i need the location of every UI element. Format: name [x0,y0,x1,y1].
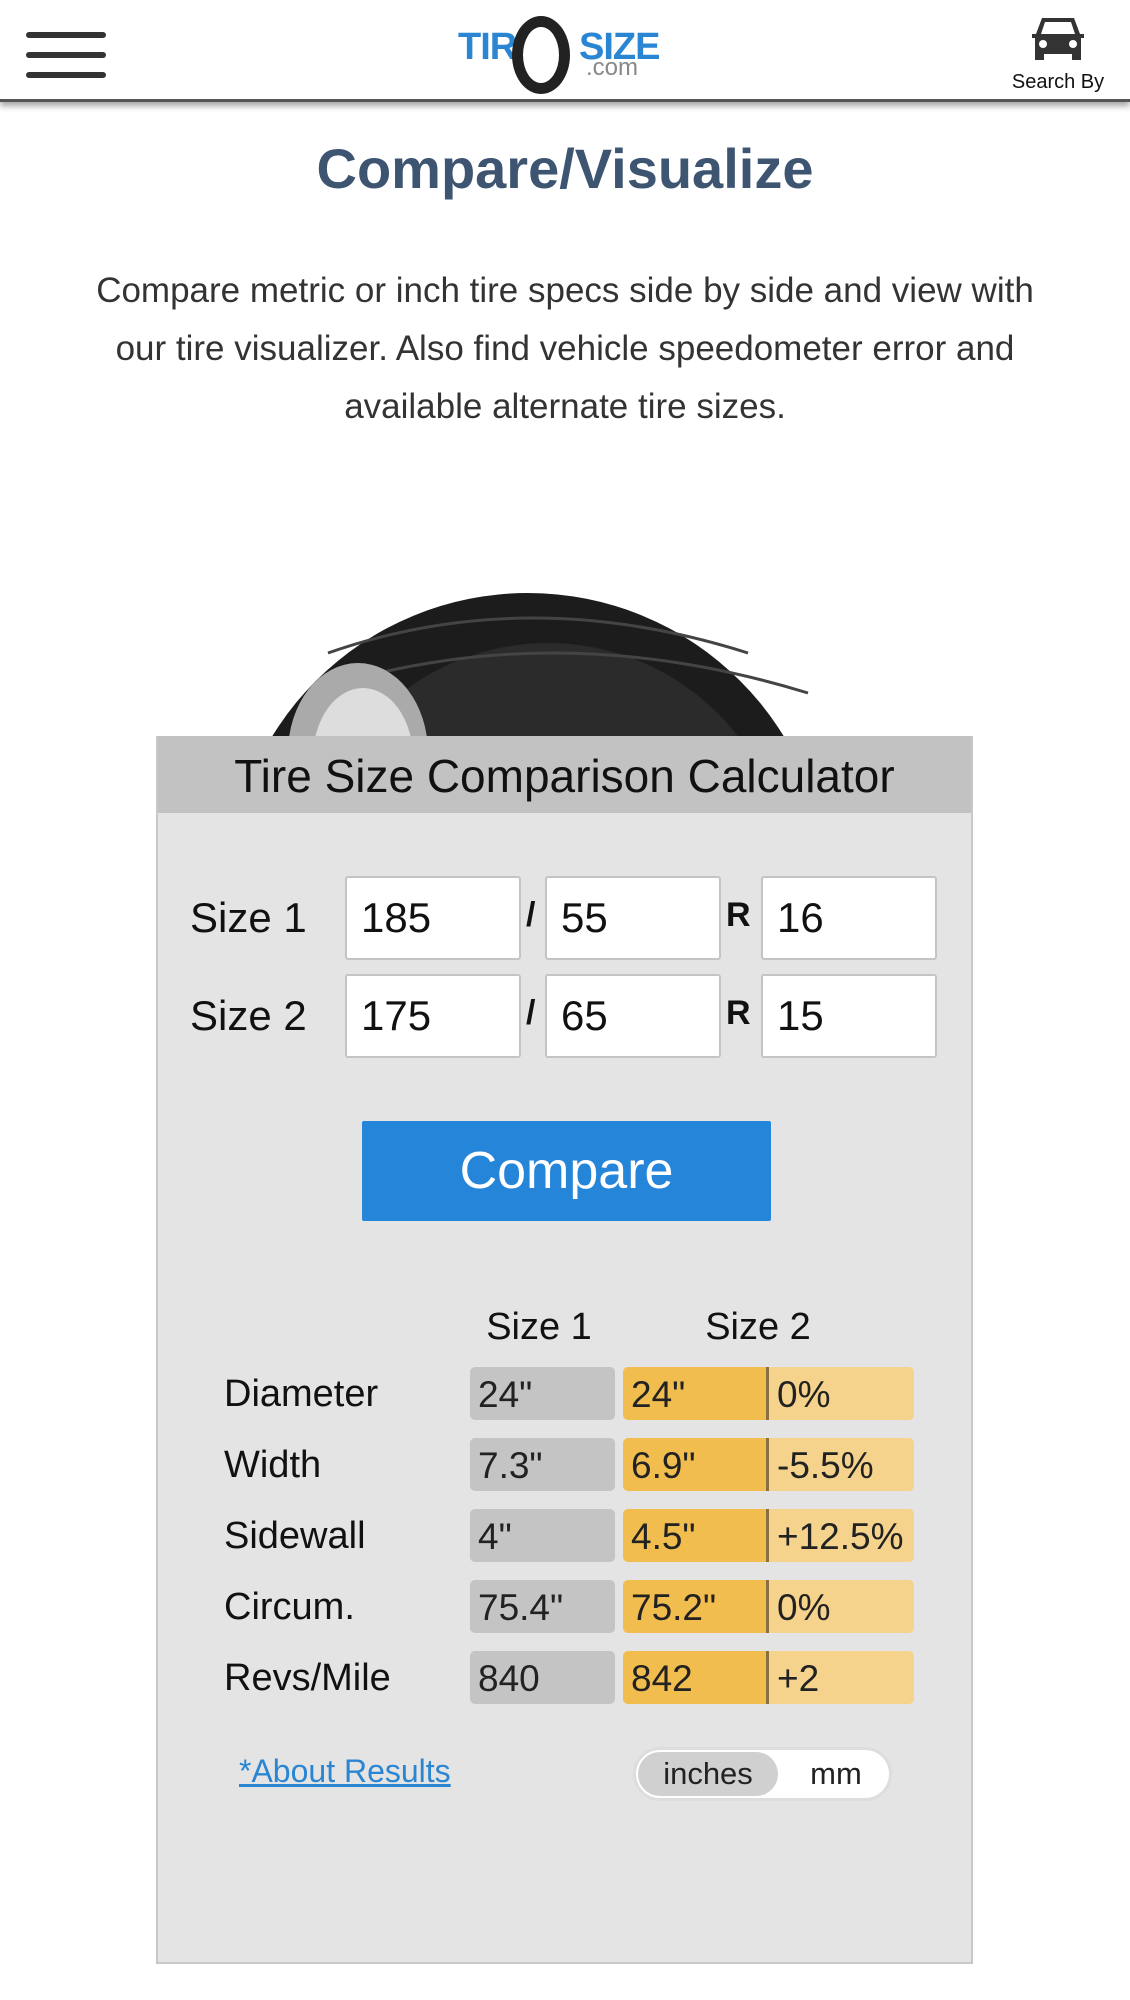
size2-aspect-input[interactable]: 65 [545,974,721,1058]
site-logo[interactable]: TIRE SIZE .com [455,14,675,94]
menu-icon[interactable] [26,32,106,78]
units-toggle[interactable]: inches mm [633,1747,892,1801]
result-size1-value: 7.3" [470,1438,615,1491]
result-difference: -5.5% [769,1438,914,1491]
result-label: Width [224,1444,322,1486]
column-header-size1: Size 1 [486,1306,592,1348]
size2-width-input[interactable]: 175 [345,974,521,1058]
size2-rim-input[interactable]: 15 [761,974,937,1058]
size1-width-input[interactable]: 185 [345,876,521,960]
size2-label: Size 2 [190,992,307,1039]
result-label: Circum. [224,1586,355,1628]
column-header-size2: Size 2 [705,1306,811,1348]
result-size1-value: 75.4" [470,1580,615,1633]
search-by-button[interactable]: Search By [1002,14,1114,94]
result-difference: +12.5% [769,1509,914,1562]
result-size2-value: 842 [623,1651,769,1704]
result-difference: 0% [769,1580,914,1633]
result-label: Diameter [224,1373,379,1415]
page-title: Compare/Visualize [316,137,814,200]
units-option-inches[interactable]: inches [638,1752,778,1796]
result-label: Revs/Mile [224,1657,391,1699]
result-size2-value: 75.2" [623,1580,769,1633]
car-icon [1032,18,1084,60]
r-label: R [726,896,751,934]
result-label: Sidewall [224,1515,366,1557]
result-size1-value: 4" [470,1509,615,1562]
size1-label: Size 1 [190,894,307,941]
slash: / [526,896,536,934]
about-results-link[interactable]: *About Results [239,1753,451,1790]
r-label: R [726,994,751,1032]
result-difference: 0% [769,1367,914,1420]
tire-image [268,593,868,736]
size1-rim-input[interactable]: 16 [761,876,937,960]
comparison-calculator: Tire Size Comparison Calculator Size 1 1… [156,736,973,1964]
slash: / [526,994,536,1032]
search-by-label: Search By [1011,71,1105,93]
result-size1-value: 840 [470,1651,615,1704]
site-header: TIRE SIZE .com Search By [0,0,1130,102]
tire-logo-icon [512,16,570,94]
result-size2-value: 24" [623,1367,769,1420]
compare-button[interactable]: Compare [362,1121,771,1221]
result-size2-value: 4.5" [623,1509,769,1562]
calculator-title: Tire Size Comparison Calculator [158,736,971,813]
intro-text: Compare metric or inch tire specs side b… [96,271,1034,426]
size1-aspect-input[interactable]: 55 [545,876,721,960]
units-option-mm[interactable]: mm [786,1752,886,1796]
result-size2-value: 6.9" [623,1438,769,1491]
result-size1-value: 24" [470,1367,615,1420]
result-difference: +2 [769,1651,914,1704]
